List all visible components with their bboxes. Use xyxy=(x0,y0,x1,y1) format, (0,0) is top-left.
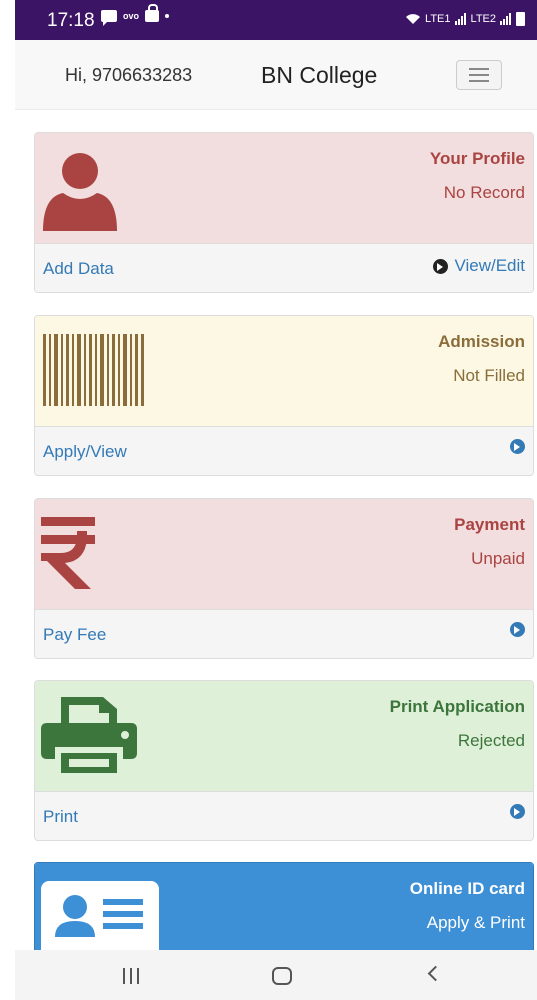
print-status: Rejected xyxy=(457,731,525,750)
print-link[interactable]: Print xyxy=(43,807,78,827)
message-icon xyxy=(101,10,117,26)
payment-card: Payment Unpaid Pay Fee xyxy=(34,498,534,659)
printer-icon xyxy=(41,697,137,773)
payment-arrow-button[interactable] xyxy=(510,622,525,637)
brand-title[interactable]: BN College xyxy=(261,62,377,89)
profile-card-header: Your Profile No Record xyxy=(35,133,533,244)
signal-icon-2 xyxy=(500,13,511,25)
battery-icon xyxy=(516,12,525,26)
status-bar: 17:18 ovo LTE1 LTE2 xyxy=(15,0,537,40)
status-time: 17:18 xyxy=(47,10,95,31)
print-card-header: Print Application Rejected xyxy=(35,681,533,792)
view-edit-link[interactable]: View/Edit xyxy=(433,256,525,276)
ovo-icon: ovo xyxy=(123,11,140,21)
add-data-link[interactable]: Add Data xyxy=(43,259,114,279)
print-title: Print Application xyxy=(389,697,525,716)
notification-icons: ovo xyxy=(101,4,170,26)
navbar: Hi, 9706633283 BN College xyxy=(15,40,537,110)
home-button[interactable] xyxy=(272,967,292,985)
profile-title: Your Profile xyxy=(429,149,525,168)
pay-fee-link[interactable]: Pay Fee xyxy=(43,625,106,645)
recent-apps-icon xyxy=(123,968,125,984)
user-icon xyxy=(43,153,117,231)
hamburger-line xyxy=(469,80,489,82)
admission-card-footer: Apply/View xyxy=(35,427,533,475)
recent-apps-button[interactable] xyxy=(123,968,139,984)
system-icons: LTE1 LTE2 xyxy=(405,12,525,26)
admission-status: Not Filled xyxy=(453,366,525,385)
recent-apps-icon xyxy=(137,968,139,984)
circle-arrow-right-icon xyxy=(510,439,525,454)
circle-arrow-right-icon xyxy=(433,258,449,274)
profile-status: No Record xyxy=(443,183,525,202)
id-card-title: Online ID card xyxy=(409,879,525,898)
admission-card-header: Admission Not Filled xyxy=(35,316,533,427)
profile-card-footer: Add Data View/Edit xyxy=(35,244,533,292)
admission-arrow-button[interactable] xyxy=(510,439,525,454)
signal-icon-1 xyxy=(454,13,466,25)
print-card-footer: Print xyxy=(35,792,533,840)
circle-arrow-right-icon xyxy=(510,622,525,637)
back-button[interactable] xyxy=(427,965,444,982)
phone-screen: 17:18 ovo LTE1 LTE2 Hi, 9706633283 BN Co… xyxy=(15,0,537,1000)
user-greeting: Hi, 9706633283 xyxy=(65,65,193,85)
profile-card: Your Profile No Record Add Data View/Edi… xyxy=(34,132,534,293)
payment-card-header: Payment Unpaid xyxy=(35,499,533,610)
admission-card: Admission Not Filled Apply/View xyxy=(34,315,534,476)
payment-card-footer: Pay Fee xyxy=(35,610,533,658)
id-card-status: Apply & Print xyxy=(426,913,525,932)
lte2-label: LTE2 xyxy=(470,13,496,25)
apply-view-link[interactable]: Apply/View xyxy=(43,442,127,462)
payment-status: Unpaid xyxy=(471,549,525,568)
circle-arrow-right-icon xyxy=(510,804,525,819)
lock-icon xyxy=(145,4,160,22)
lte1-label: LTE1 xyxy=(425,13,451,25)
view-edit-label: View/Edit xyxy=(454,256,525,275)
print-application-card: Print Application Rejected Print xyxy=(34,680,534,841)
rupee-icon xyxy=(41,517,95,589)
recent-apps-icon xyxy=(130,968,132,984)
dot-icon xyxy=(165,14,170,18)
menu-toggle-button[interactable] xyxy=(456,60,502,90)
print-arrow-button[interactable] xyxy=(510,804,525,819)
admission-title: Admission xyxy=(438,332,525,351)
system-navigation-bar xyxy=(15,950,537,1000)
hamburger-line xyxy=(469,74,489,76)
payment-title: Payment xyxy=(454,515,525,534)
barcode-icon xyxy=(43,334,144,406)
wifi-icon xyxy=(406,14,421,24)
hamburger-line xyxy=(469,68,489,70)
